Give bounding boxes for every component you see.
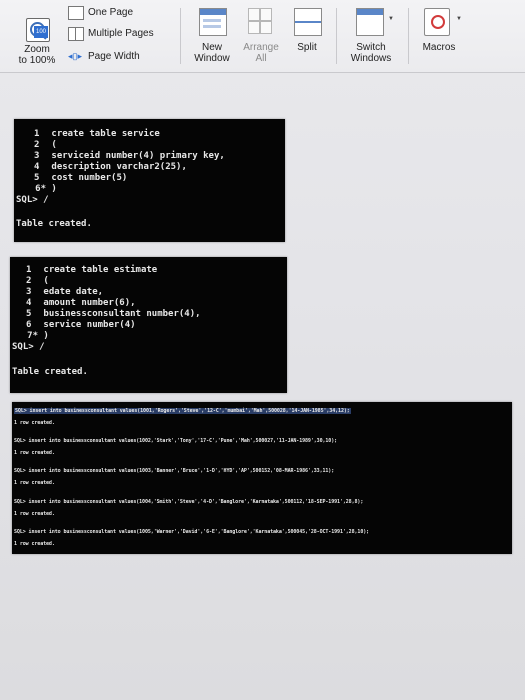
switch-windows-label-line2: Windows	[350, 53, 392, 64]
insert-statement: SQL> insert into businessconsultant valu…	[14, 468, 335, 474]
ribbon-divider	[336, 8, 337, 64]
page-width-label: Page Width	[88, 51, 140, 62]
code-line: 7* )	[27, 331, 49, 341]
macros-icon	[424, 8, 450, 36]
code-line: 2 (	[34, 140, 57, 150]
zoom-100-badge-icon: 100	[34, 26, 48, 38]
sql-prompt: SQL> /	[12, 342, 45, 352]
code-line: 2 (	[26, 276, 49, 286]
code-line: 3 serviceid number(4) primary key,	[34, 151, 225, 161]
arrange-all-label-line1: Arrange	[243, 42, 279, 53]
status-message: 1 row created.	[14, 511, 55, 517]
view-ribbon: 100 Zoom to 100% One Page Multiple Pages…	[0, 0, 525, 73]
chevron-down-icon: ▼	[388, 16, 394, 22]
code-line: 4 description varchar2(25),	[34, 162, 187, 172]
ribbon-divider	[408, 8, 409, 64]
macros-label: Macros	[422, 42, 456, 53]
zoom-label-line2: to 100%	[18, 55, 56, 66]
insert-statement: SQL> insert into businessconsultant valu…	[14, 408, 351, 414]
status-message: 1 row created.	[14, 541, 55, 547]
code-line: 4 amount number(6),	[26, 298, 136, 308]
new-window-label-line2: Window	[194, 53, 230, 64]
switch-windows-icon	[356, 8, 384, 36]
insert-statement: SQL> insert into businessconsultant valu…	[14, 529, 370, 535]
arrange-all-icon	[248, 8, 272, 34]
insert-statement: SQL> insert into businessconsultant valu…	[14, 499, 364, 505]
code-line: 6* )	[35, 184, 57, 194]
status-message: 1 row created.	[14, 450, 55, 456]
split-label: Split	[297, 42, 317, 53]
code-line: 6 service number(4)	[26, 320, 136, 330]
code-line: 5 businessconsultant number(4),	[26, 309, 201, 319]
new-window-icon	[199, 8, 227, 36]
arrange-all-label-line2: All	[255, 53, 267, 64]
code-line: 1 create table service	[34, 129, 160, 139]
split-icon	[294, 8, 322, 36]
status-message: Table created.	[16, 219, 92, 229]
page-width-icon: ◂▯▸	[68, 51, 82, 61]
multiple-pages-icon	[68, 27, 84, 41]
sql-output-insert-rows: SQL> insert into businessconsultant valu…	[12, 402, 512, 554]
sql-output-create-service: 1 create table service 2 ( 3 serviceid n…	[14, 119, 285, 242]
status-message: 1 row created.	[14, 480, 55, 486]
code-line: 3 edate date,	[26, 287, 104, 297]
sql-prompt: SQL> /	[16, 195, 49, 205]
multiple-pages-label: Multiple Pages	[88, 28, 154, 39]
chevron-down-icon: ▼	[456, 16, 462, 22]
insert-statement: SQL> insert into businessconsultant valu…	[14, 438, 338, 444]
code-line: 1 create table estimate	[26, 265, 158, 275]
sql-output-create-estimate: 1 create table estimate 2 ( 3 edate date…	[10, 257, 287, 393]
ribbon-divider	[180, 8, 181, 64]
status-message: Table created.	[12, 367, 88, 377]
one-page-label: One Page	[88, 7, 134, 18]
code-line: 5 cost number(5)	[34, 173, 128, 183]
switch-windows-label-line1: Switch	[356, 42, 386, 53]
zoom-label-line1: Zoom	[24, 44, 50, 55]
new-window-label-line1: New	[201, 42, 222, 53]
status-message: 1 row created.	[14, 420, 55, 426]
one-page-icon	[68, 6, 84, 20]
